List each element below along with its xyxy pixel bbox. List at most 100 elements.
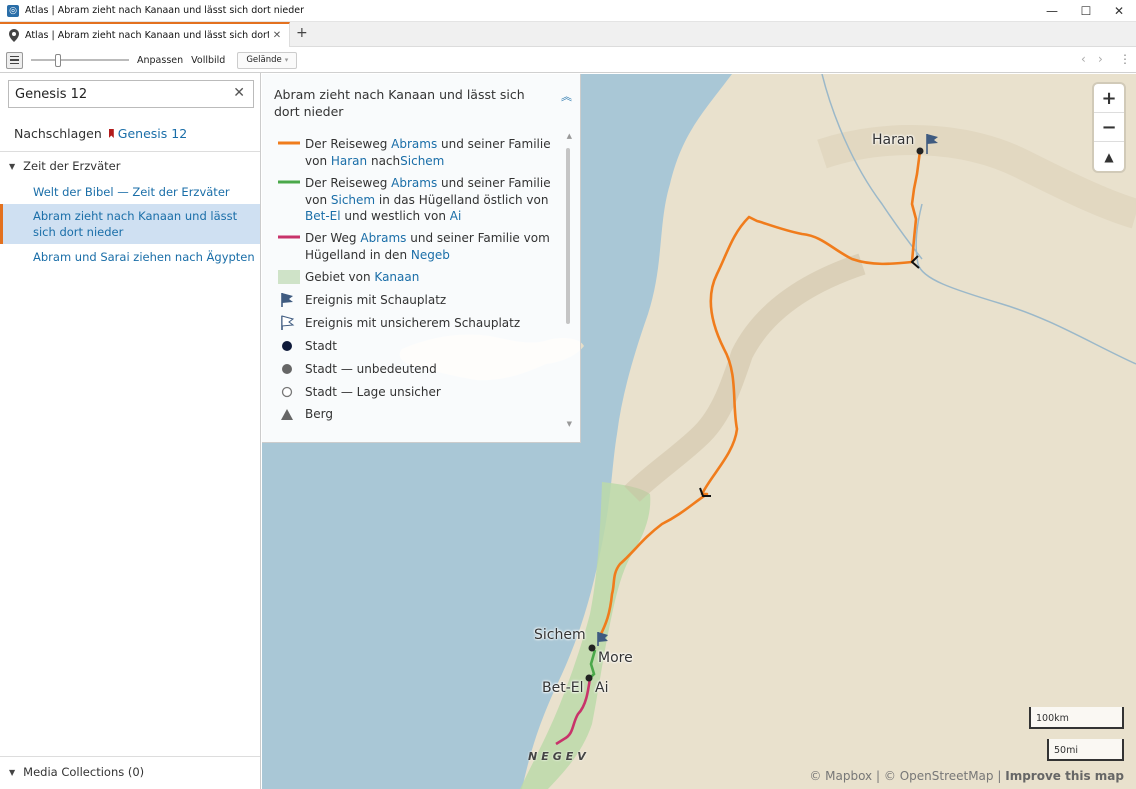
slider-thumb[interactable] (55, 54, 61, 67)
link-abrams[interactable]: Abrams (391, 137, 437, 151)
city-marker-betel[interactable] (585, 674, 593, 682)
scroll-up-icon[interactable]: ▲ (567, 132, 572, 140)
zoom-in-button[interactable]: + (1094, 84, 1124, 113)
scale-bar-km: 100km (1029, 707, 1124, 729)
attribution-separator: | (876, 769, 881, 783)
legend-text: Berg (305, 407, 333, 421)
mapbox-link[interactable]: © Mapbox (809, 769, 872, 783)
green-line-icon (278, 180, 300, 184)
flag-outline-icon (281, 315, 295, 330)
legend-text: Ereignis mit Schauplatz (305, 293, 447, 307)
tab-close-icon[interactable]: ✕ (269, 30, 285, 41)
section-header[interactable]: ▼ Zeit der Erzväter (9, 159, 120, 173)
city-marker-haran[interactable] (916, 147, 924, 155)
link-negeb[interactable]: Negeb (411, 248, 450, 262)
media-collections-label: Media Collections (0) (23, 765, 145, 779)
media-collections-header[interactable]: ▼ Media Collections (0) (9, 765, 144, 779)
more-icon[interactable]: ⋮ (1119, 52, 1131, 66)
forward-arrow-icon[interactable]: › (1098, 52, 1103, 66)
terrain-label: Gelände (246, 55, 282, 65)
lookup-reference-link[interactable]: Genesis 12 (118, 126, 187, 141)
link-kanaan[interactable]: Kanaan (374, 270, 419, 284)
region-swatch-icon (278, 270, 300, 284)
compass-button[interactable]: ▲ (1094, 142, 1124, 171)
link-abrams[interactable]: Abrams (391, 176, 437, 190)
section-title: Zeit der Erzväter (23, 159, 121, 173)
caret-down-icon: ▾ (284, 56, 289, 64)
legend-text: in das Hügelland östlich von (375, 192, 549, 207)
fit-button[interactable]: Anpassen (137, 55, 183, 66)
city-marker-sichem[interactable] (588, 644, 596, 652)
scale-bar-mi: 50mi (1047, 739, 1124, 761)
legend-text: und westlich von (340, 209, 450, 223)
zoom-out-button[interactable]: − (1094, 113, 1124, 142)
minimize-button[interactable]: — (1035, 0, 1069, 22)
window-title: Atlas | Abram zieht nach Kanaan und läss… (25, 5, 304, 16)
city-dot-icon (282, 341, 292, 351)
map-attribution: © Mapbox | © OpenStreetMap | Improve thi… (809, 769, 1124, 783)
title-bar: ◎ Atlas | Abram zieht nach Kanaan und lä… (0, 0, 1136, 22)
menu-icon[interactable] (6, 51, 23, 69)
improve-map-link[interactable]: Improve this map (1005, 769, 1124, 783)
minor-city-dot-icon (282, 364, 292, 374)
legend-panel: Abram zieht nach Kanaan und lässt sich d… (262, 74, 581, 443)
divider (0, 151, 260, 152)
app-icon: ◎ (7, 4, 19, 17)
link-betel[interactable]: Bet-El (305, 209, 341, 223)
toolbar: Anpassen Vollbild Gelände ▾ (0, 48, 1136, 73)
link-ai[interactable]: Ai (450, 209, 462, 223)
legend-text: Stadt (305, 339, 337, 353)
slider-track (31, 59, 129, 61)
tab-bar: Atlas | Abram zieht nach Kanaan und läss… (0, 22, 1136, 47)
legend-text: nach (367, 153, 401, 168)
legend-text: Der Reiseweg (305, 176, 392, 190)
scroll-down-icon[interactable]: ▼ (567, 420, 572, 428)
mountain-triangle-icon (281, 409, 293, 420)
maximize-button[interactable]: ☐ (1069, 0, 1103, 22)
uncertain-city-circle-icon (281, 386, 293, 398)
magenta-line-icon (278, 235, 300, 239)
sidebar: ✕ Nachschlagen Genesis 12 ▼ Zeit der Erz… (0, 73, 261, 789)
legend-text: Stadt — Lage unsicher (305, 385, 441, 399)
search-box: ✕ (8, 80, 254, 108)
map-label-ai[interactable]: Ai (595, 680, 608, 696)
legend-text: Stadt — unbedeutend (305, 362, 437, 376)
flag-icon (281, 293, 293, 307)
bookmark-icon (108, 129, 114, 138)
tab-label: Atlas | Abram zieht nach Kanaan und läss… (25, 30, 269, 41)
osm-link[interactable]: © OpenStreetMap (884, 769, 994, 783)
legend-text: Der Reiseweg (305, 137, 392, 151)
legend-scrollbar[interactable] (566, 148, 570, 324)
link-haran[interactable]: Haran (331, 154, 367, 168)
legend-title: Abram zieht nach Kanaan und lässt sich d… (274, 87, 525, 119)
expand-down-icon: ▼ (9, 161, 16, 171)
link-sichem[interactable]: Sichem (331, 193, 375, 207)
legend-text: Ereignis mit unsicherem Schauplatz (305, 316, 521, 330)
sidebar-item-welt-der-bibel[interactable]: Welt der Bibel — Zeit der Erzväter (0, 184, 260, 200)
clear-search-icon[interactable]: ✕ (233, 85, 245, 101)
back-arrow-icon[interactable]: ‹ (1081, 52, 1086, 66)
map-label-betel[interactable]: Bet-El (542, 680, 584, 696)
orange-line-icon (278, 141, 300, 145)
map-label-negev: NEGEV (528, 750, 590, 763)
map-label-more[interactable]: More (598, 650, 633, 666)
search-input[interactable] (15, 86, 225, 102)
collapse-up-icon[interactable]: ︽ (561, 88, 572, 104)
fullscreen-button[interactable]: Vollbild (191, 55, 225, 66)
legend-text: Gebiet von (305, 270, 375, 284)
terrain-dropdown[interactable]: Gelände ▾ (237, 51, 298, 69)
map-pin-icon (8, 29, 20, 43)
link-abrams[interactable]: Abrams (360, 231, 406, 245)
new-tab-button[interactable]: + (296, 25, 308, 41)
tab-atlas[interactable]: Atlas | Abram zieht nach Kanaan und läss… (0, 22, 290, 47)
map-label-haran[interactable]: Haran (872, 132, 914, 148)
close-window-button[interactable]: ✕ (1102, 0, 1136, 22)
lookup-label: Nachschlagen (14, 126, 102, 141)
sidebar-item-abram-kanaan[interactable]: Abram zieht nach Kanaan und lässt sich d… (0, 204, 260, 244)
link-sichem[interactable]: Sichem (400, 154, 444, 168)
map-label-sichem[interactable]: Sichem (534, 627, 586, 643)
lookup-row: Nachschlagen Genesis 12 (14, 126, 187, 141)
sidebar-item-abram-aegypten[interactable]: Abram und Sarai ziehen nach Ägypten (0, 249, 260, 265)
divider (0, 756, 260, 757)
zoom-slider[interactable] (31, 52, 129, 68)
